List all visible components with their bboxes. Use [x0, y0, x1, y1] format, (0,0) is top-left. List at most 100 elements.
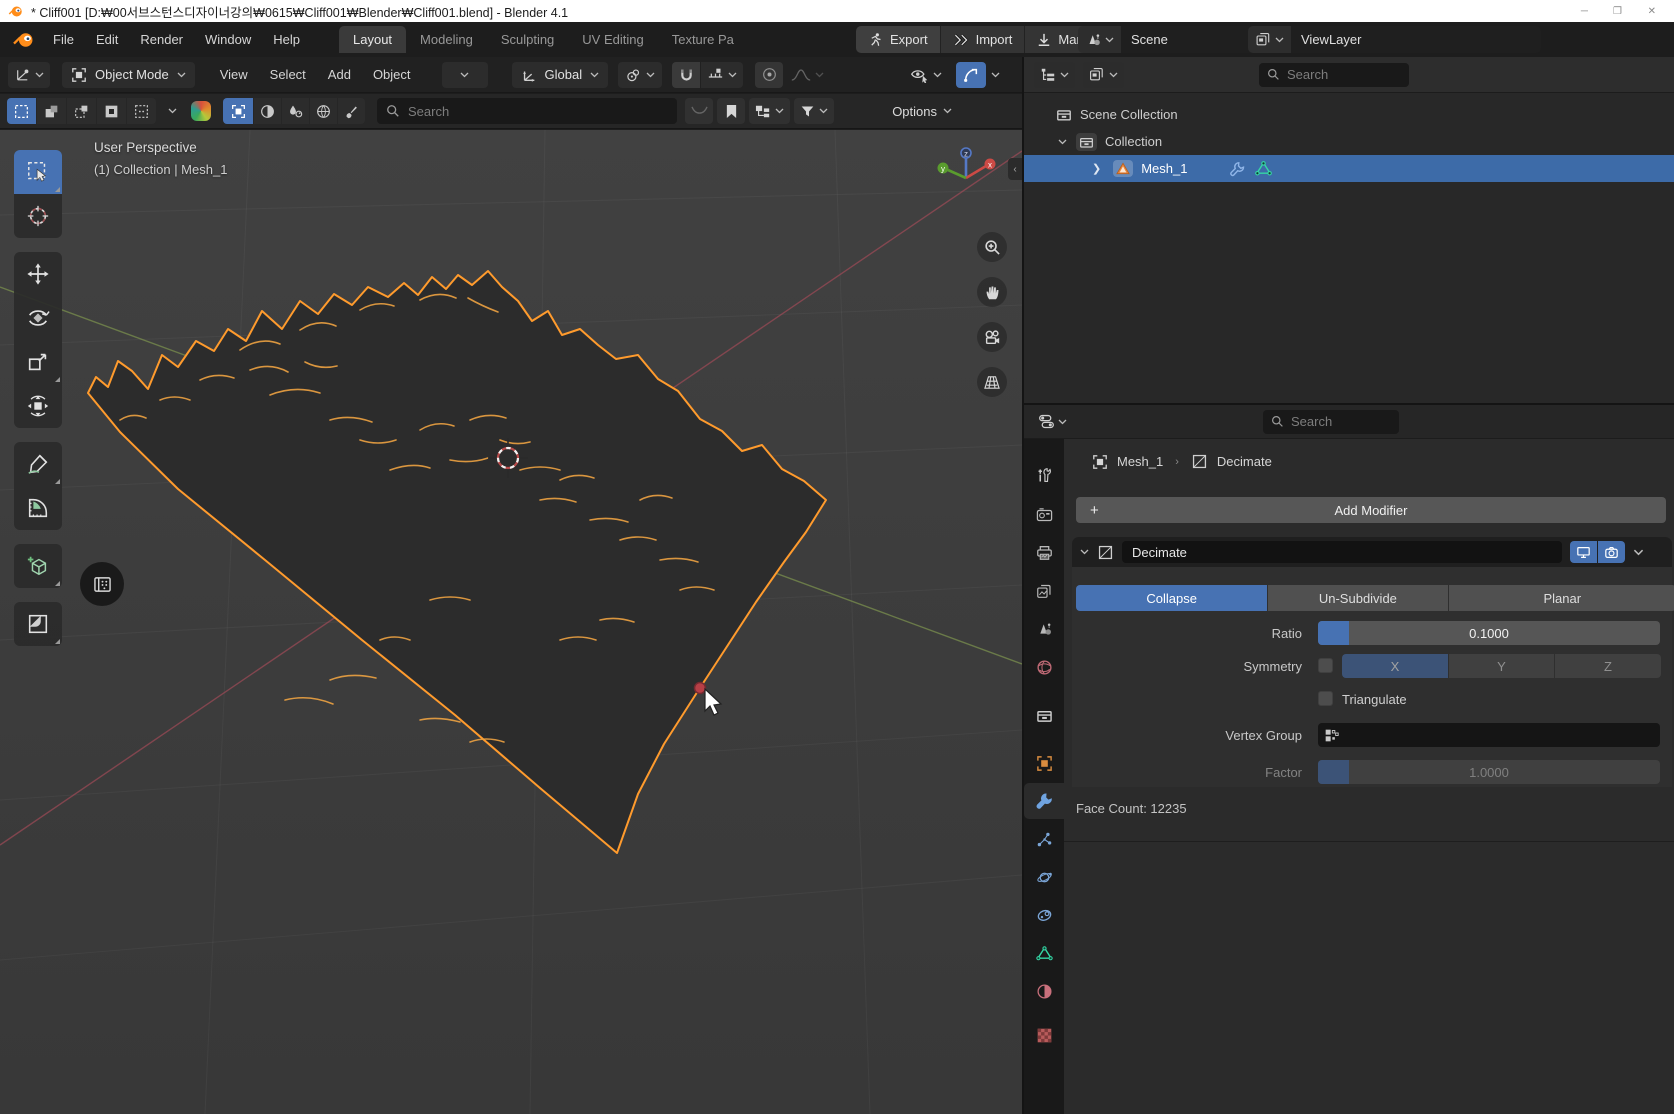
tree-row-scene-collection[interactable]: Scene Collection	[1024, 101, 1674, 128]
hierarchy-dropdown[interactable]	[749, 98, 790, 124]
modifier-render-toggle[interactable]	[1598, 541, 1625, 563]
tab-render[interactable]	[1024, 497, 1064, 533]
vertex-group-field[interactable]	[1318, 723, 1660, 747]
workspace-tab-uv-editing[interactable]: UV Editing	[568, 26, 657, 53]
modifier-panel-header[interactable]: Decimate	[1072, 537, 1672, 567]
mode-planar[interactable]: Planar	[1449, 585, 1674, 611]
menu-render[interactable]: Render	[129, 27, 194, 53]
tool-extra[interactable]	[14, 602, 62, 646]
pan-button[interactable]	[977, 277, 1007, 307]
workspace-tab-modeling[interactable]: Modeling	[406, 26, 487, 53]
select-mode-new[interactable]	[7, 98, 36, 124]
editor-type-button[interactable]	[8, 62, 50, 88]
filter-dropdown[interactable]	[794, 98, 834, 124]
modifier-realtime-toggle[interactable]	[1570, 541, 1597, 563]
tab-view-layer[interactable]	[1024, 573, 1064, 609]
chevron-down-icon[interactable]	[1058, 139, 1067, 145]
tab-output[interactable]	[1024, 535, 1064, 571]
modifier-extras-chevron-icon[interactable]	[1633, 549, 1644, 556]
empty-dropdown[interactable]	[442, 62, 488, 88]
close-button[interactable]: ✕	[1648, 6, 1656, 17]
shading-material[interactable]	[282, 98, 309, 124]
tab-texture[interactable]	[1024, 1017, 1064, 1053]
scene-name-field[interactable]: Scene	[1121, 26, 1269, 53]
tool-rotate[interactable]	[14, 296, 62, 340]
sidebar-collapse-handle[interactable]: ‹	[1008, 158, 1022, 180]
shading-paint[interactable]	[338, 98, 365, 124]
blender-menu-icon[interactable]	[12, 31, 34, 49]
snap-settings-dropdown[interactable]	[701, 62, 743, 88]
outliner-editor-type-button[interactable]	[1034, 62, 1075, 88]
proportional-edit-toggle[interactable]	[755, 62, 783, 88]
ortho-toggle-button[interactable]	[977, 367, 1007, 397]
tree-row-collection[interactable]: Collection	[1024, 128, 1674, 155]
workspace-tab-texture-paint[interactable]: Texture Pa	[658, 26, 744, 53]
menu-add[interactable]: Add	[317, 62, 362, 88]
arc-button[interactable]	[685, 98, 713, 124]
tool-transform[interactable]	[14, 384, 62, 428]
menu-help[interactable]: Help	[262, 27, 311, 53]
menu-object[interactable]: Object	[362, 62, 422, 88]
tab-physics[interactable]	[1024, 859, 1064, 895]
select-mode-subtract[interactable]	[67, 98, 96, 124]
modifier-name-field[interactable]: Decimate	[1122, 541, 1562, 563]
properties-editor-type-button[interactable]	[1032, 409, 1073, 435]
minimize-button[interactable]: ─	[1581, 6, 1588, 17]
navigation-gizmo[interactable]: z x y	[928, 140, 1004, 204]
axis-z-button[interactable]: Z	[1555, 654, 1661, 678]
mode-unsubdivide[interactable]: Un-Subdivide	[1268, 585, 1447, 611]
menu-select[interactable]: Select	[259, 62, 317, 88]
viewport-3d[interactable]: User Perspective (1) Collection | Mesh_1…	[0, 130, 1022, 1114]
menu-edit[interactable]: Edit	[85, 27, 129, 53]
breadcrumb-modifier[interactable]: Decimate	[1217, 454, 1272, 469]
chevron-down-icon[interactable]	[168, 108, 177, 114]
shading-solid[interactable]	[254, 98, 281, 124]
mode-dropdown[interactable]: Object Mode	[62, 62, 195, 88]
tool-cursor[interactable]	[14, 194, 62, 238]
add-modifier-button[interactable]: + Add Modifier	[1076, 497, 1666, 523]
menu-view[interactable]: View	[209, 62, 259, 88]
tree-row-mesh[interactable]: ❯ Mesh_1	[1024, 155, 1674, 182]
tool-add-cube[interactable]	[14, 544, 62, 588]
axis-x-button[interactable]: X	[1342, 654, 1448, 678]
transform-orientation-dropdown[interactable]: Global	[512, 62, 609, 88]
maximize-button[interactable]: ❐	[1613, 6, 1622, 17]
tool-annotate[interactable]	[14, 442, 62, 486]
options-dropdown[interactable]: Options	[892, 104, 952, 119]
camera-view-button[interactable]	[977, 322, 1007, 352]
scene-browse-button[interactable]	[1078, 26, 1121, 53]
pivot-point-dropdown[interactable]	[618, 62, 662, 88]
tab-constraints[interactable]	[1024, 897, 1064, 933]
snap-toggle[interactable]	[672, 62, 700, 88]
properties-search[interactable]: Search	[1263, 410, 1399, 434]
select-mode-extend[interactable]	[37, 98, 66, 124]
outliner-search[interactable]: Search	[1259, 63, 1409, 87]
menu-file[interactable]: File	[42, 27, 85, 53]
tab-object-data[interactable]	[1024, 935, 1064, 971]
tab-collection[interactable]	[1024, 697, 1064, 733]
export-button[interactable]: Export	[856, 26, 940, 53]
modifier-wrench-icon[interactable]	[1229, 161, 1245, 177]
ratio-slider[interactable]: 0.1000	[1318, 621, 1660, 645]
shading-toggle-active[interactable]	[223, 98, 253, 124]
tool-measure[interactable]	[14, 486, 62, 530]
mesh-data-icon[interactable]	[1255, 161, 1272, 176]
tool-move[interactable]	[14, 252, 62, 296]
material-preview-icon[interactable]	[191, 101, 211, 121]
view-layer-browse-button[interactable]	[1248, 26, 1291, 53]
workspace-tab-layout[interactable]: Layout	[339, 26, 406, 53]
collapsed-operator-panel-button[interactable]	[80, 562, 124, 606]
select-mode-invert[interactable]	[97, 98, 126, 124]
axis-y-button[interactable]: Y	[1449, 654, 1554, 678]
chevron-right-icon[interactable]: ❯	[1092, 162, 1101, 175]
tab-material[interactable]	[1024, 973, 1064, 1009]
chevron-down-icon[interactable]	[1080, 549, 1089, 555]
tab-world[interactable]	[1024, 649, 1064, 685]
symmetry-checkbox[interactable]	[1318, 658, 1333, 673]
gizmos-toggle[interactable]	[956, 62, 986, 88]
zoom-button[interactable]	[977, 232, 1007, 262]
viewport-search[interactable]: Search	[377, 98, 677, 124]
falloff-dropdown[interactable]	[785, 62, 830, 88]
select-mode-intersect[interactable]	[127, 98, 156, 124]
tab-modifiers[interactable]	[1024, 783, 1064, 819]
